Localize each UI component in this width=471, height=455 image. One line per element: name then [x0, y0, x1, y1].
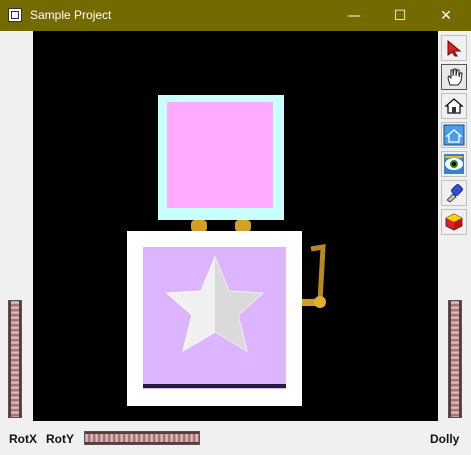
3d-viewport[interactable] — [33, 31, 438, 421]
projection-icon — [445, 213, 463, 231]
left-control-bar — [0, 31, 33, 423]
select-arrow-icon — [447, 39, 462, 57]
hinge-left — [191, 220, 207, 232]
lid-panel — [167, 102, 273, 208]
roty-label: RotY — [46, 432, 74, 446]
close-button[interactable]: ✕ — [423, 0, 469, 31]
app-icon — [8, 8, 22, 22]
box-panel-shadow — [143, 384, 286, 388]
roty-thumbwheel[interactable] — [84, 431, 200, 445]
close-icon: ✕ — [440, 7, 452, 24]
view-all-button[interactable] — [441, 151, 467, 177]
title-bar: Sample Project — ☐ ✕ — [0, 0, 471, 31]
maximize-icon: ☐ — [393, 7, 407, 24]
set-home-button[interactable] — [441, 122, 467, 148]
window-title: Sample Project — [30, 8, 112, 22]
select-tool-button[interactable] — [441, 35, 467, 61]
rotx-label: RotX — [9, 432, 37, 446]
home-button[interactable] — [441, 93, 467, 119]
dolly-label: Dolly — [430, 432, 460, 446]
dolly-thumbwheel[interactable] — [448, 300, 462, 418]
bottom-control-bar: RotX RotY Dolly — [0, 423, 471, 455]
view-tool-button[interactable] — [441, 64, 467, 90]
seek-button[interactable] — [441, 180, 467, 206]
projection-button[interactable] — [441, 209, 467, 235]
maximize-button[interactable]: ☐ — [377, 0, 423, 31]
set-home-icon — [443, 124, 465, 146]
home-icon — [444, 98, 464, 114]
crank-knob — [314, 296, 326, 308]
hand-icon — [447, 68, 463, 86]
seek-icon — [446, 184, 463, 203]
rotx-thumbwheel[interactable] — [8, 300, 22, 418]
hinge-right — [235, 220, 251, 232]
crank-arm — [310, 244, 326, 303]
scene-render — [127, 95, 326, 406]
minimize-button[interactable]: — — [331, 0, 377, 31]
minimize-icon: — — [347, 7, 361, 24]
view-all-icon — [444, 154, 464, 174]
